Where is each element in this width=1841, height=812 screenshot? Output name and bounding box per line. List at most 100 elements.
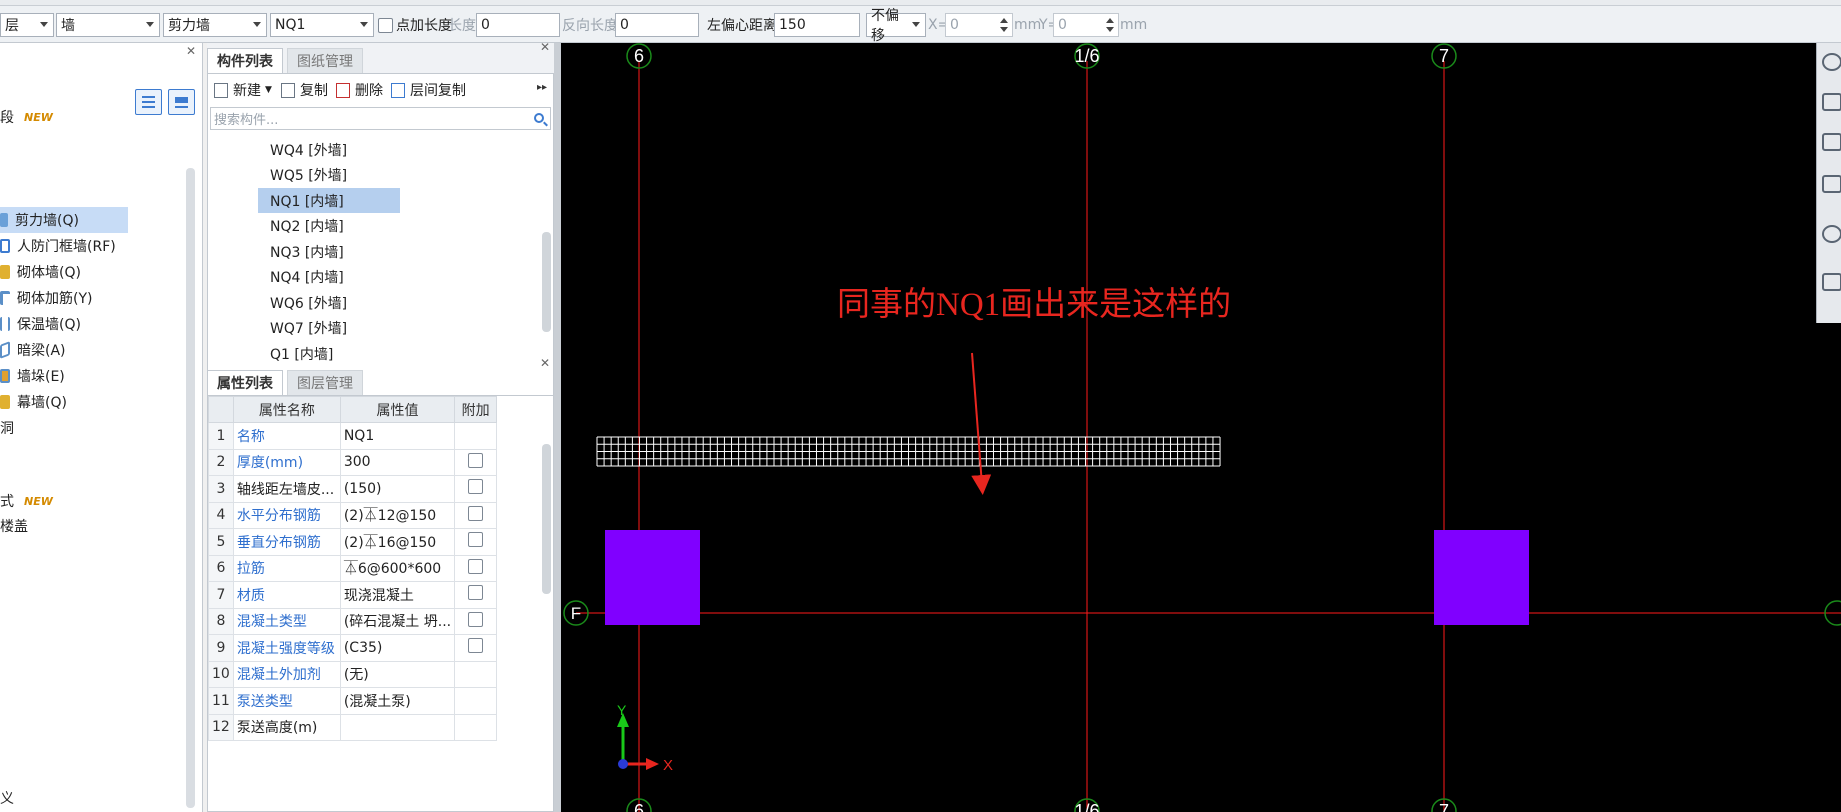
nav-item-hidden-beam[interactable]: 暗梁(A) [0,337,66,363]
nav-item-floor-cover[interactable]: 楼盖 [0,513,28,539]
property-value[interactable]: NQ1 [339,422,456,450]
list-item[interactable]: WQ4 [外墙] [258,137,400,162]
tab-drawing-management[interactable]: 图纸管理 [287,48,363,73]
property-extra[interactable] [454,607,498,635]
property-list-scrollbar[interactable] [542,444,551,594]
checkbox-icon[interactable] [468,585,484,601]
3d-view-icon[interactable] [1822,93,1841,111]
list-item[interactable]: NQ3 [内墙] [258,239,400,264]
axis-bubble-7[interactable]: 7 [1431,43,1457,69]
nav-item-curtain-wall[interactable]: 幕墙(Q) [0,389,67,415]
table-row[interactable]: 3 轴线距左墙皮... (150) [208,475,498,503]
drawing-canvas[interactable]: 6 1/6 7 F 6 1/6 7 同事的NQ1画出来是这样的 Y X [561,43,1841,812]
subtype-select[interactable]: 剪力墙 [163,13,267,37]
y-coordinate-input[interactable]: 0 [1053,13,1119,37]
table-row[interactable]: 9 混凝土强度等级 (C35) [208,634,498,662]
property-value[interactable]: 现浇混凝土 [339,581,456,609]
zoom-icon[interactable] [1822,53,1841,71]
table-row[interactable]: 6 拉筋 ⏄6@600*600 [208,554,498,582]
property-extra[interactable] [454,448,498,476]
floor-select[interactable]: 层 [0,13,54,37]
property-extra[interactable] [454,660,498,688]
axis-bubble-6-bottom[interactable]: 6 [626,798,652,812]
list-view-button[interactable] [135,89,162,115]
component-list-scrollbar[interactable] [542,232,551,332]
nav-item-shear-wall[interactable]: 剪力墙(Q) [0,207,128,233]
side-view-icon[interactable] [1822,175,1841,193]
list-item[interactable]: WQ6 [外墙] [258,290,400,315]
property-extra[interactable] [454,713,498,741]
table-row[interactable]: 2 厚度(mm) 300 [208,448,498,476]
panel-splitter[interactable] [554,43,561,812]
checkbox-icon[interactable] [468,505,484,521]
nav-item-masonry-wall[interactable]: 砌体墙(Q) [0,259,81,285]
property-extra[interactable] [454,422,498,450]
top-view-icon[interactable] [1822,133,1841,151]
more-tools-icon[interactable]: ▸▸ [537,82,547,93]
property-value[interactable]: (150) [339,475,456,503]
spin-down-icon[interactable] [1106,27,1114,32]
list-item[interactable]: WQ5 [外墙] [258,162,400,187]
checkbox-icon[interactable] [468,638,484,654]
property-extra[interactable] [454,634,498,662]
nav-item-wall-pier[interactable]: 墙垛(E) [0,363,65,389]
table-row[interactable]: 1 名称 NQ1 [208,422,498,450]
axis-bubble-6[interactable]: 6 [626,43,652,69]
floor-copy-button[interactable]: 层间复制 [391,78,466,102]
table-row[interactable]: 4 水平分布钢筋 (2)⏄12@150 [208,501,498,529]
close-icon[interactable]: ✕ [540,356,550,370]
table-row[interactable]: 7 材质 现浇混凝土 [208,581,498,609]
nav-item-insulation-wall[interactable]: 保温墙(Q) [0,311,81,337]
nav-item-style[interactable]: 式 NEW [0,488,53,514]
orbit-icon[interactable] [1822,225,1841,243]
checkbox-icon[interactable] [468,452,484,468]
property-value[interactable]: (2)⏄16@150 [339,528,456,556]
reverse-length-input[interactable]: 0 [615,13,699,37]
layer-view-icon[interactable] [1822,273,1841,291]
spin-down-icon[interactable] [1000,27,1008,32]
column-right[interactable] [1434,530,1529,625]
wall-nq1-mesh[interactable] [596,436,1221,467]
property-value[interactable]: (C35) [339,634,456,662]
nav-item-custom[interactable]: 义 [0,785,14,811]
new-component-button[interactable]: 新建 ▼ [214,78,272,102]
table-row[interactable]: 11 泵送类型 (混凝土泵) [208,687,498,715]
property-value[interactable]: ⏄6@600*600 [339,554,456,582]
property-extra[interactable] [454,581,498,609]
axis-bubble-7-bottom[interactable]: 7 [1431,798,1457,812]
list-item[interactable]: Q1 [内墙] [258,341,400,366]
type-select[interactable]: 墙 [56,13,160,37]
property-extra[interactable] [454,501,498,529]
spin-up-icon[interactable] [1000,18,1008,23]
property-value[interactable]: (碎石混凝土 坍... [339,607,456,635]
delete-component-button[interactable]: 删除 [336,78,383,102]
list-item-selected[interactable]: NQ1 [内墙] [258,188,400,213]
property-extra[interactable] [454,475,498,503]
table-row[interactable]: 10 混凝土外加剂 (无) [208,660,498,688]
table-row[interactable]: 8 混凝土类型 (碎石混凝土 坍... [208,607,498,635]
tab-layer-management[interactable]: 图层管理 [287,370,363,395]
length-input[interactable]: 0 [476,13,560,37]
left-offset-input[interactable]: 150 [774,13,860,37]
checkbox-icon[interactable] [468,479,484,495]
offset-mode-select[interactable]: 不偏移 [866,8,926,44]
nav-item-masonry-reinforcement[interactable]: 砌体加筋(Y) [0,285,92,311]
navigation-scrollbar[interactable] [186,168,195,808]
component-select[interactable]: NQ1 [270,13,374,37]
list-item[interactable]: WQ7 [外墙] [258,315,400,340]
nav-item-segment[interactable]: 段 NEW [0,104,53,130]
x-coordinate-input[interactable]: 0 [945,13,1013,37]
copy-component-button[interactable]: 复制 [281,78,328,102]
property-extra[interactable] [454,554,498,582]
table-row[interactable]: 12 泵送高度(m) [208,713,498,741]
tab-component-list[interactable]: 构件列表 [207,48,283,73]
property-extra[interactable] [454,687,498,715]
nav-item-civil-defense-door-wall[interactable]: 人防门框墙(RF) [0,233,116,259]
property-value[interactable]: (混凝土泵) [339,687,456,715]
property-value[interactable]: 300 [339,448,456,476]
cad-drawing[interactable]: 6 1/6 7 F 6 1/6 7 同事的NQ1画出来是这样的 Y X [561,43,1841,812]
search-icon[interactable] [534,113,544,123]
card-view-button[interactable] [168,89,195,115]
list-item[interactable]: NQ4 [内墙] [258,264,400,289]
nav-item-opening[interactable]: 洞 [0,415,14,441]
